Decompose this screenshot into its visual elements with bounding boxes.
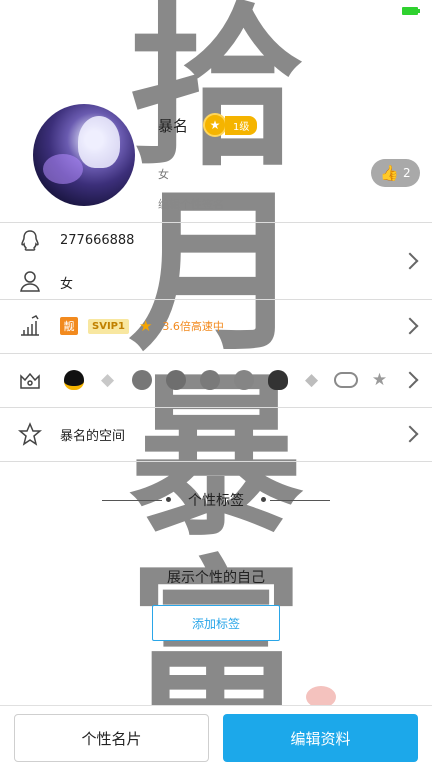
vip-cloud-medal-icon (332, 367, 359, 393)
penguin-gray-medal-icon (162, 367, 189, 393)
person-icon (20, 271, 40, 292)
level-label: 1级 (225, 115, 258, 135)
penguin-gray-medal-icon (230, 367, 257, 393)
divider (0, 461, 432, 462)
qzone-star-icon (18, 422, 42, 446)
liang-badge: 靓 (60, 317, 78, 335)
header-gender: 女 (158, 168, 169, 181)
tags-section-header: 个性标签 (102, 490, 330, 510)
crown-outline-icon (20, 372, 40, 389)
penguin-gray-medal-icon (196, 367, 223, 393)
qzone-label: 暴名的空间 (60, 429, 126, 444)
divider-dot (261, 497, 266, 502)
bar-chart-icon (21, 315, 39, 336)
star-gray-medal-icon: ★ (371, 370, 388, 390)
vip-badges: 靓 SVIP1 ★ 3.6倍高速中 (60, 317, 224, 335)
status-bar (0, 0, 432, 22)
tags-empty-text: 展示个性的自己 (167, 570, 265, 586)
qzone-row[interactable]: 暴名的空间 (0, 408, 432, 461)
chevron-right-icon (401, 371, 419, 389)
signature-field[interactable]: 编辑个性签名 (158, 196, 224, 212)
gender-value: 女 (60, 277, 74, 292)
chevron-right-icon (401, 425, 419, 443)
divider-line (270, 500, 330, 501)
qq-penguin-icon (21, 230, 39, 251)
qq-number: 277666888 (60, 233, 135, 248)
diamond-gray-medal-icon: ◆ (304, 370, 319, 390)
medals-row[interactable]: ◆ ◆ ★ (0, 354, 432, 407)
bottom-action-bar: 个性名片 编辑资料 (0, 705, 432, 768)
vip-speed-info: 3.6倍高速中 (162, 320, 224, 333)
battery-icon (402, 7, 420, 15)
account-info-row[interactable]: 277666888 女 (0, 223, 432, 299)
avatar[interactable] (33, 104, 135, 206)
crown-icon: ★ (203, 113, 227, 137)
svip-badge: SVIP1 (88, 318, 129, 334)
edit-profile-button[interactable]: 编辑资料 (223, 714, 418, 762)
star-icon: ★ (138, 317, 153, 335)
level-badge[interactable]: ★ 1级 (203, 112, 258, 138)
like-count: 2 (403, 166, 411, 180)
vip-row[interactable]: 靓 SVIP1 ★ 3.6倍高速中 (0, 300, 432, 353)
penguin-black-medal-icon (264, 367, 291, 393)
like-button[interactable]: 👍 2 (371, 159, 420, 187)
penguin-medal-icon (60, 367, 87, 393)
diamond-medal-icon: ◆ (100, 370, 115, 390)
thumbs-up-icon: 👍 (380, 164, 400, 182)
chevron-right-icon (401, 252, 419, 270)
chevron-right-icon (401, 317, 419, 335)
avatar-glow (43, 154, 83, 184)
profile-card-button[interactable]: 个性名片 (14, 714, 209, 762)
medal-list: ◆ ◆ ★ (60, 367, 393, 393)
nickname: 暴名 (158, 117, 189, 135)
add-tag-button[interactable]: 添加标签 (152, 605, 280, 641)
avatar-figure (78, 116, 120, 168)
penguin-gray-medal-icon (128, 367, 155, 393)
